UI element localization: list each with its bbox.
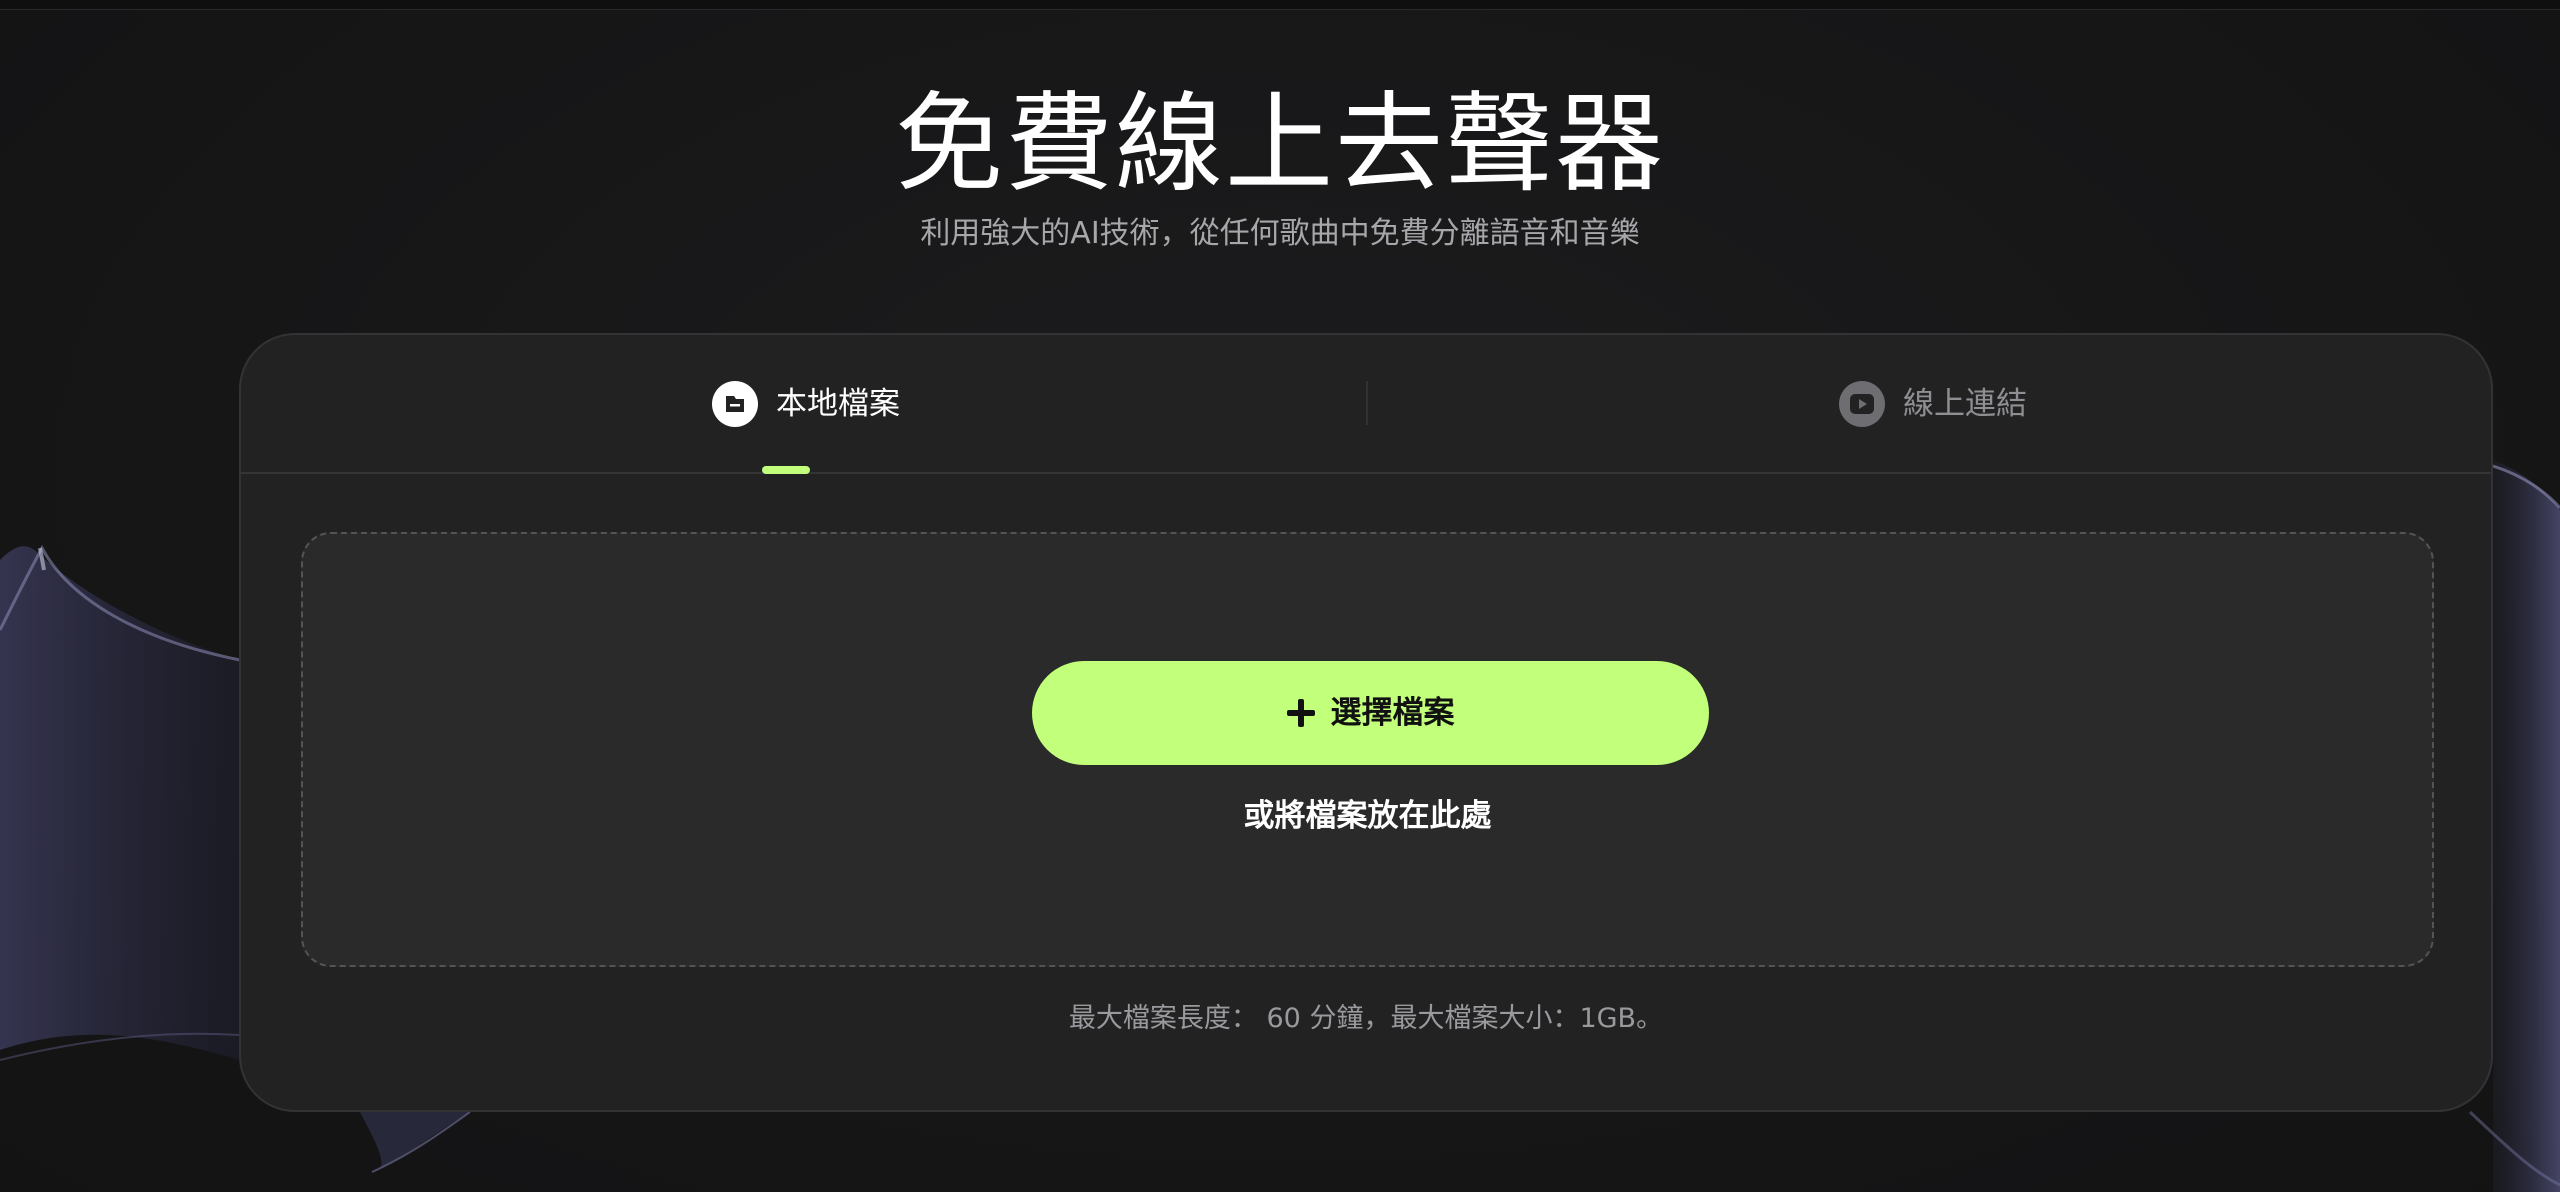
page-title: 免費線上去聲器	[894, 82, 1665, 207]
page: 免費線上去聲器 利用強大的AI技術，從任何歌曲中免費分離語音和音樂 本地檔案 線…	[0, 0, 2560, 1192]
file-icon	[712, 380, 758, 427]
tab-local-file-label: 本地檔案	[776, 385, 900, 422]
plus-icon	[1286, 699, 1315, 727]
drop-hint-text: 或將檔案放在此處	[1243, 798, 1492, 834]
tab-online-link[interactable]: 線上連結	[1839, 335, 2027, 472]
page-subtitle: 利用強大的AI技術，從任何歌曲中免費分離語音和音樂	[920, 216, 1640, 251]
tab-divider	[1366, 381, 1368, 425]
choose-file-label: 選擇檔案	[1330, 695, 1455, 731]
tab-online-link-label: 線上連結	[1903, 385, 2027, 422]
source-tabs: 本地檔案 線上連結	[241, 335, 2491, 474]
youtube-play-icon	[1839, 380, 1885, 427]
upload-card: 本地檔案 線上連結 選擇檔案 或將檔案放在此處 最大檔案長度： 60 分鐘，最大…	[239, 333, 2493, 1112]
active-tab-indicator	[762, 466, 810, 474]
file-dropzone[interactable]: 選擇檔案 或將檔案放在此處	[301, 532, 2434, 967]
file-limits-note: 最大檔案長度： 60 分鐘，最大檔案大小：1GB。	[1068, 1003, 1664, 1034]
choose-file-button[interactable]: 選擇檔案	[1032, 661, 1709, 765]
tab-local-file[interactable]: 本地檔案	[712, 335, 900, 472]
